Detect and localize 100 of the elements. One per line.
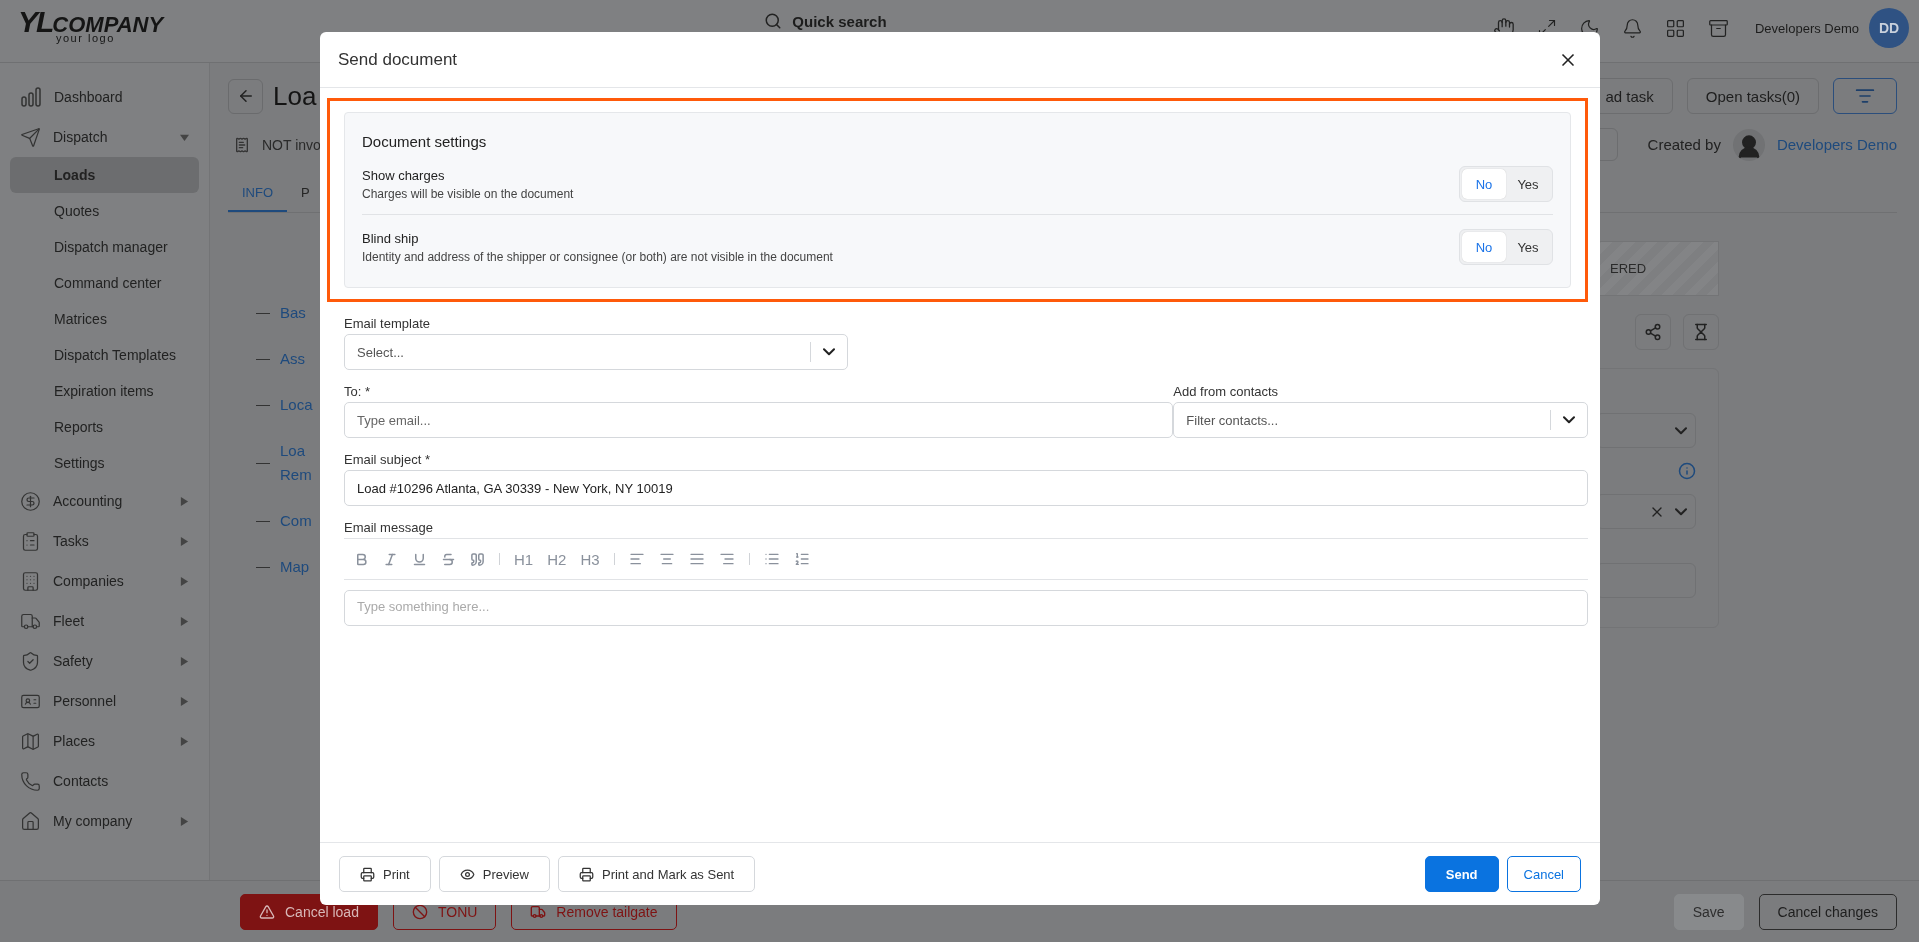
created-by-label: Created by — [1647, 136, 1721, 153]
printer-icon — [579, 866, 594, 882]
nav-subitem[interactable]: Dispatch Templates — [10, 337, 199, 373]
nav-item[interactable]: Dispatch — [10, 117, 199, 157]
cancel-button[interactable]: Cancel — [1506, 856, 1581, 892]
nav-item[interactable]: Contacts — [10, 761, 199, 801]
shield-icon — [20, 650, 41, 672]
nav-item[interactable]: Dashboard — [10, 77, 199, 117]
italic-icon — [383, 551, 398, 567]
menu-icon — [1855, 86, 1875, 106]
nav-subitem[interactable]: Command center — [10, 265, 199, 301]
heading-button[interactable]: H1 — [514, 550, 534, 568]
section-link[interactable]: Loa Rem — [280, 439, 320, 487]
section-link[interactable]: Map — [280, 555, 310, 579]
user-silhouette — [1732, 128, 1765, 161]
setting-label: Blind ship — [362, 230, 420, 246]
message-input[interactable]: Type something here... — [344, 590, 1588, 626]
notifications-icon — [1621, 17, 1643, 39]
toggle-option[interactable]: No — [1462, 232, 1506, 262]
caret-icon — [180, 696, 189, 706]
caret-icon — [180, 536, 189, 546]
chevron-down-icon — [1675, 507, 1687, 516]
building-icon — [20, 570, 41, 592]
invoice-status: NOT invo — [262, 136, 321, 153]
nav-subitem[interactable]: Settings — [10, 445, 199, 481]
heading-button[interactable]: H3 — [580, 550, 600, 568]
contacts-select[interactable]: Filter contacts... — [1173, 402, 1588, 438]
section-link[interactable]: Loca — [280, 393, 313, 417]
strikethrough-icon — [441, 551, 456, 567]
setting-label: Show charges — [362, 167, 446, 183]
tab[interactable]: P — [287, 175, 324, 212]
section-link[interactable]: Com — [280, 509, 312, 533]
caret-icon — [180, 816, 189, 826]
user-name[interactable]: Developers Demo — [1754, 20, 1859, 36]
back-button[interactable] — [228, 78, 263, 114]
footer-button[interactable]: Preview — [438, 856, 550, 892]
phone-icon — [20, 770, 41, 792]
footer-button[interactable]: Print — [339, 856, 431, 892]
nav-subitem[interactable]: Reports — [10, 409, 199, 445]
align-right-icon — [718, 551, 735, 567]
nav-item[interactable]: Tasks — [10, 521, 199, 561]
template-select[interactable]: Select... — [344, 334, 848, 370]
nav-subitem[interactable]: Matrices — [10, 301, 199, 337]
warning-icon — [259, 903, 275, 920]
caret-icon — [180, 616, 189, 626]
nav-item[interactable]: Places — [10, 721, 199, 761]
section-link[interactable]: Bas — [280, 301, 306, 325]
action-button[interactable]: Save — [1673, 893, 1744, 930]
action-button[interactable]: Cancel changes — [1758, 893, 1897, 930]
field-label: Email subject * — [344, 452, 431, 467]
quote-icon — [470, 551, 485, 567]
nav-subitem[interactable]: Expiration items — [10, 373, 199, 409]
underline-icon — [412, 551, 427, 567]
hourglass-button[interactable] — [1683, 314, 1719, 350]
nav-item[interactable]: Companies — [10, 561, 199, 601]
nav-subitem[interactable]: Dispatch manager — [10, 229, 199, 265]
dollar-icon — [20, 490, 41, 512]
toggle-option[interactable]: Yes — [1506, 232, 1550, 262]
archive-icon — [1707, 17, 1729, 39]
nav-item[interactable]: Accounting — [10, 481, 199, 521]
task-button[interactable]: Open tasks(0) — [1686, 78, 1819, 114]
share-button[interactable] — [1635, 314, 1671, 350]
bold-icon — [354, 551, 369, 567]
section-link[interactable]: Ass — [280, 347, 305, 371]
share-icon — [1644, 323, 1662, 341]
toggle-option[interactable]: No — [1462, 169, 1506, 199]
chevron-down-icon — [1563, 416, 1575, 424]
footer-button[interactable]: Print and Mark as Sent — [558, 856, 756, 892]
quick-search[interactable]: Quick search — [792, 12, 887, 30]
subject-input[interactable]: Load #10296 Atlanta, GA 30339 - New York, NY 10019 — [344, 470, 1588, 506]
nav-subitem[interactable]: Loads — [10, 157, 199, 193]
eye-icon — [459, 866, 475, 882]
clipboard-icon — [20, 530, 41, 552]
chevron-down-icon — [1675, 426, 1687, 435]
email-input[interactable]: Type email... — [344, 402, 1174, 438]
nav-subitem[interactable]: Quotes — [10, 193, 199, 229]
map-icon — [20, 730, 41, 752]
caret-icon — [180, 496, 189, 506]
user-avatar[interactable]: DD — [1869, 8, 1909, 48]
grid-icon — [1664, 17, 1686, 39]
nav-item[interactable]: My company — [10, 801, 199, 841]
tab[interactable]: INFO — [228, 175, 288, 212]
caret-icon — [180, 656, 189, 666]
field-label: Email message — [344, 520, 434, 535]
field-label: Add from contacts — [1173, 384, 1280, 399]
nav-item[interactable]: Personnel — [10, 681, 199, 721]
toggle-option[interactable]: Yes — [1506, 169, 1550, 199]
nav-item[interactable]: Safety — [10, 641, 199, 681]
numbered-list-icon — [793, 551, 810, 567]
printer-icon — [360, 866, 375, 882]
send-button[interactable]: Send — [1424, 856, 1499, 892]
align-center-icon — [658, 551, 675, 567]
bar-chart-icon — [20, 86, 42, 108]
bullet-list-icon — [763, 551, 780, 567]
nav-item[interactable]: Fleet — [10, 601, 199, 641]
field-label: Email template — [344, 316, 431, 331]
heading-button[interactable]: H2 — [547, 550, 567, 568]
creator-link[interactable]: Developers Demo — [1776, 136, 1897, 153]
dialog-title: Send document — [338, 49, 458, 70]
field-label: To: * — [344, 384, 371, 399]
